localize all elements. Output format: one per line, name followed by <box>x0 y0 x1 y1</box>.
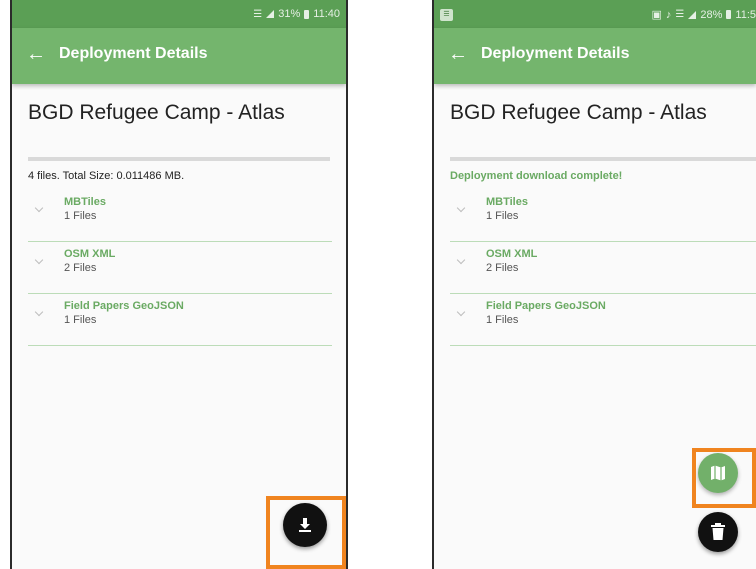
battery-icon <box>726 10 732 19</box>
signal-icon <box>688 10 697 19</box>
deployment-title: BGD Refugee Camp - Atlas <box>28 101 285 124</box>
file-group-list: MBTiles 1 Files OSM XML 2 Files Field Pa… <box>450 190 756 346</box>
app-bar: ← Deployment Details <box>434 28 756 84</box>
signal-icon <box>266 10 275 18</box>
chevron-down-icon <box>456 307 466 317</box>
file-group-count: 1 Files <box>64 314 97 326</box>
file-group-osm-xml[interactable]: OSM XML 2 Files <box>28 242 332 294</box>
chevron-down-icon <box>34 203 44 213</box>
download-progress-bar <box>450 157 756 161</box>
file-group-count: 1 Files <box>486 210 519 222</box>
file-group-name: MBTiles <box>64 196 106 208</box>
chevron-down-icon <box>456 255 466 265</box>
download-complete-message: Deployment download complete! <box>450 170 623 182</box>
deployment-title: BGD Refugee Camp - Atlas <box>450 101 707 124</box>
file-group-name: OSM XML <box>64 248 116 260</box>
files-summary: 4 files. Total Size: 0.011486 MB. <box>28 170 185 182</box>
back-arrow-icon[interactable]: ← <box>26 42 46 66</box>
chevron-down-icon <box>34 255 44 265</box>
file-group-count: 1 Files <box>486 314 519 326</box>
status-time: 11:5 <box>735 8 756 21</box>
file-group-field-papers-geojson[interactable]: Field Papers GeoJSON 1 Files <box>28 294 332 346</box>
status-indicators: ☰ 31% 11:40 <box>253 8 340 20</box>
file-group-count: 2 Files <box>64 262 97 274</box>
file-group-field-papers-geojson[interactable]: Field Papers GeoJSON 1 Files <box>450 294 756 346</box>
nfc-icon: ▣ <box>651 9 662 21</box>
file-group-osm-xml[interactable]: OSM XML 2 Files <box>450 242 756 294</box>
app-title: Deployment Details <box>481 45 630 62</box>
status-time: 11:40 <box>313 8 340 20</box>
download-progress-bar <box>28 157 330 161</box>
file-group-mbtiles[interactable]: MBTiles 1 Files <box>450 190 756 242</box>
file-group-count: 2 Files <box>486 262 519 274</box>
app-bar: ← Deployment Details <box>12 28 346 84</box>
delete-deployment-button[interactable] <box>698 512 738 552</box>
status-indicators: ▣ ♪ ☰ 28% 11:5 <box>651 8 756 22</box>
highlight-download-button <box>266 496 346 569</box>
battery-percent: 31% <box>278 8 301 20</box>
app-notification-icon: ☰ <box>440 7 453 21</box>
file-group-mbtiles[interactable]: MBTiles 1 Files <box>28 190 332 242</box>
chevron-down-icon <box>34 307 44 317</box>
status-bar: ☰ ▣ ♪ ☰ 28% 11:5 <box>434 0 756 28</box>
phone-screen-downloading: ☰ 31% 11:40 ← Deployment Details BGD Ref… <box>10 0 348 569</box>
battery-percent: 28% <box>700 8 723 21</box>
highlight-map-button <box>692 448 756 508</box>
status-bar: ☰ 31% 11:40 <box>12 0 346 28</box>
wifi-icon: ☰ <box>253 8 263 20</box>
trash-icon <box>711 523 725 540</box>
file-group-name: Field Papers GeoJSON <box>486 300 606 312</box>
mute-icon: ♪ <box>665 8 672 21</box>
file-group-name: Field Papers GeoJSON <box>64 300 184 312</box>
file-group-count: 1 Files <box>64 210 97 222</box>
app-title: Deployment Details <box>59 45 208 62</box>
wifi-icon: ☰ <box>675 9 685 20</box>
back-arrow-icon[interactable]: ← <box>448 42 468 66</box>
file-group-name: MBTiles <box>486 196 528 208</box>
battery-icon <box>304 9 310 19</box>
file-group-name: OSM XML <box>486 248 538 260</box>
file-group-list: MBTiles 1 Files OSM XML 2 Files Field Pa… <box>28 190 332 346</box>
chevron-down-icon <box>456 203 466 213</box>
